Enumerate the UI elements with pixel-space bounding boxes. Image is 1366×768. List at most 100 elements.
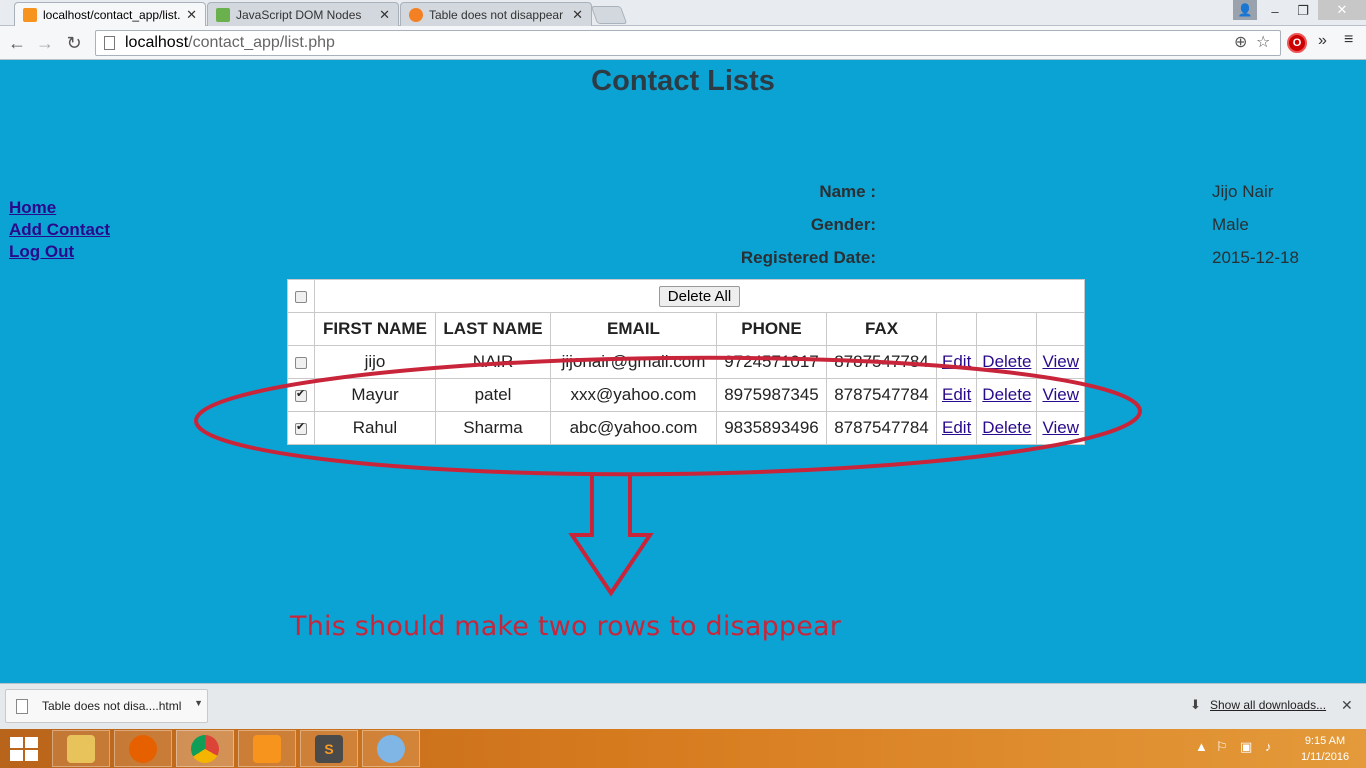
row-checkbox[interactable]: [295, 387, 307, 402]
last-name-cell: Sharma: [435, 411, 551, 445]
annotation-arrow: [568, 476, 654, 597]
table-header-row: FIRST NAME LAST NAME EMAIL PHONE FAX: [287, 312, 1085, 346]
nav-links: Home Add Contact Log Out: [9, 197, 110, 263]
header-spacer: [1036, 312, 1085, 346]
profile-value: 2015-12-18: [1212, 248, 1299, 267]
header-spacer: [976, 312, 1038, 346]
zoom-icon[interactable]: ⊕: [1234, 32, 1247, 52]
chrome-icon: [191, 734, 219, 763]
xampp-icon: [253, 734, 281, 763]
tab-contact-list[interactable]: localhost/contact_app/list. ✕: [14, 2, 206, 26]
url-host: localhost: [125, 34, 189, 51]
url-path: /contact_app/list.php: [188, 34, 335, 51]
fax-cell: 8787547784: [826, 345, 937, 379]
column-header-last-name: LAST NAME: [435, 312, 551, 346]
sublime-text-icon: S: [315, 734, 343, 763]
user-icon[interactable]: 👤: [1233, 0, 1257, 20]
close-tab-icon[interactable]: ✕: [379, 7, 390, 23]
select-all-checkbox[interactable]: [295, 290, 307, 303]
delete-all-button[interactable]: Delete All: [658, 285, 741, 307]
tab-javascript-dom-nodes[interactable]: JavaScript DOM Nodes ✕: [207, 2, 399, 26]
forward-arrow-icon[interactable]: →: [34, 32, 56, 54]
edit-cell: Edit: [935, 345, 978, 379]
edit-link[interactable]: Edit: [942, 352, 971, 371]
extension-icon[interactable]: O: [1287, 33, 1307, 53]
action-center-flag-icon[interactable]: ⚐: [1216, 739, 1228, 755]
delete-link[interactable]: Delete: [982, 352, 1031, 371]
taskbar-app-firefox[interactable]: [114, 730, 172, 767]
phone-cell: 9724571017: [716, 345, 827, 379]
maximize-button[interactable]: ❐: [1290, 0, 1316, 22]
system-clock[interactable]: 9:15 AM 1/11/2016: [1290, 733, 1360, 765]
row-select-cell: [287, 345, 315, 379]
row-checkbox[interactable]: [295, 356, 307, 369]
email-cell: abc@yahoo.com: [550, 411, 717, 445]
delete-cell: Delete: [976, 378, 1038, 412]
paint-icon: [377, 734, 405, 763]
view-link[interactable]: View: [1042, 385, 1079, 404]
folder-icon: [67, 734, 95, 763]
close-window-button[interactable]: ✕: [1318, 0, 1366, 20]
edit-link[interactable]: Edit: [942, 418, 971, 437]
overflow-chevron-icon[interactable]: »: [1318, 32, 1327, 50]
contacts-table: Delete All FIRST NAME LAST NAME EMAIL PH…: [287, 279, 1085, 445]
profile-value: Male: [1212, 215, 1249, 234]
xampp-icon: [23, 7, 37, 22]
tab-table-question[interactable]: Table does not disappear ✕: [400, 2, 592, 26]
network-icon[interactable]: ▣: [1240, 739, 1252, 755]
close-tab-icon[interactable]: ✕: [572, 7, 583, 23]
row-select-cell: [287, 411, 315, 445]
view-cell: View: [1036, 345, 1085, 379]
email-cell: xxx@yahoo.com: [550, 378, 717, 412]
taskbar-app-chrome[interactable]: [176, 730, 234, 767]
edit-cell: Edit: [935, 411, 978, 445]
taskbar-app-sublime[interactable]: S: [300, 730, 358, 767]
taskbar-app-xampp[interactable]: [238, 730, 296, 767]
back-arrow-icon[interactable]: ←: [6, 32, 28, 54]
view-cell: View: [1036, 378, 1085, 412]
close-tab-icon[interactable]: ✕: [186, 7, 197, 23]
close-downloads-bar-icon[interactable]: ✕: [1341, 697, 1353, 714]
taskbar-app-file-explorer[interactable]: [52, 730, 110, 767]
taskbar-app-paint[interactable]: [362, 730, 420, 767]
add-contact-link[interactable]: Add Contact: [9, 219, 110, 241]
stackoverflow-icon: [409, 7, 423, 22]
column-header-email: EMAIL: [550, 312, 717, 346]
minimize-button[interactable]: –: [1262, 0, 1288, 22]
menu-icon[interactable]: ≡: [1344, 31, 1353, 49]
bookmark-star-icon[interactable]: ☆: [1256, 32, 1270, 52]
delete-link[interactable]: Delete: [982, 418, 1031, 437]
first-name-cell: Rahul: [314, 411, 436, 445]
download-item[interactable]: Table does not disa....html ▼: [5, 689, 208, 723]
edit-link[interactable]: Edit: [942, 385, 971, 404]
tray-expand-icon[interactable]: ▲: [1195, 739, 1208, 754]
chevron-down-icon[interactable]: ▼: [194, 698, 203, 708]
header-spacer: [935, 312, 978, 346]
row-select-cell: [287, 378, 315, 412]
column-header-phone: PHONE: [716, 312, 827, 346]
downloads-bar: Table does not disa....html ▼ ⬇ Show all…: [0, 683, 1366, 729]
row-checkbox[interactable]: [295, 420, 307, 435]
first-name-cell: jijo: [314, 345, 436, 379]
clock-time: 9:15 AM: [1304, 735, 1346, 747]
log-out-link[interactable]: Log Out: [9, 241, 110, 263]
phone-cell: 8975987345: [716, 378, 827, 412]
show-all-downloads-link[interactable]: Show all downloads...: [1210, 698, 1326, 712]
select-all-cell: [287, 279, 315, 313]
page-title: Contact Lists: [591, 65, 775, 97]
view-link[interactable]: View: [1042, 352, 1079, 371]
home-link[interactable]: Home: [9, 197, 110, 219]
delete-link[interactable]: Delete: [982, 385, 1031, 404]
table-row: Rahul Sharma abc@yahoo.com 9835893496 87…: [287, 411, 1085, 445]
volume-icon[interactable]: ♪: [1265, 739, 1272, 754]
table-row: Mayur patel xxx@yahoo.com 8975987345 878…: [287, 378, 1085, 412]
email-cell: jijonair@gmail.com: [550, 345, 717, 379]
reload-icon[interactable]: ↻: [63, 32, 85, 54]
column-header-fax: FAX: [826, 312, 937, 346]
view-link[interactable]: View: [1042, 418, 1079, 437]
page-icon: [104, 36, 115, 50]
address-bar[interactable]: localhost/contact_app/list.php: [95, 30, 1281, 56]
tab-strip: localhost/contact_app/list. ✕ JavaScript…: [0, 0, 1366, 26]
windows-start-icon[interactable]: [10, 737, 38, 761]
new-tab-button[interactable]: [590, 6, 628, 24]
